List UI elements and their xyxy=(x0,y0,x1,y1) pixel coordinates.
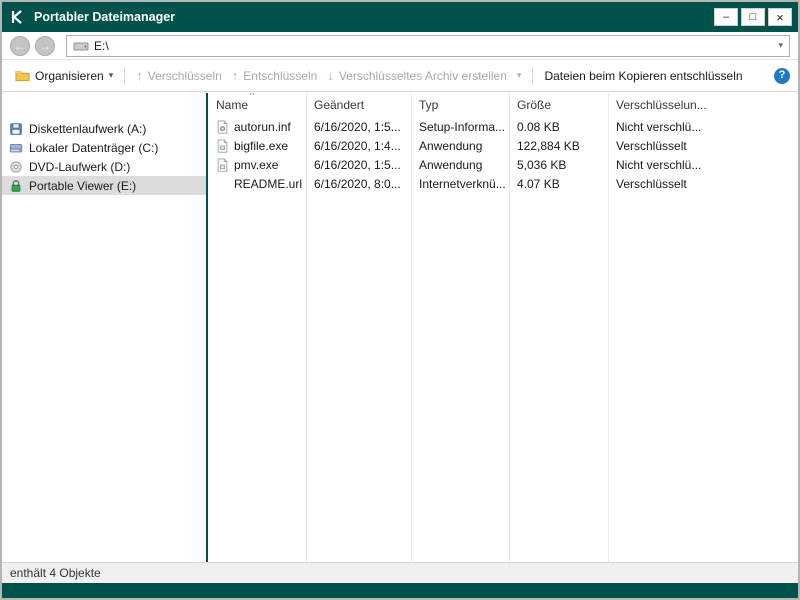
sidebar-item-drive-c[interactable]: Lokaler Datenträger (C:) xyxy=(2,138,206,157)
file-encryption: Verschlüsselt xyxy=(608,177,798,191)
toolbar: Organisieren ▾ ↑ Verschlüsseln ↑ Entschl… xyxy=(2,60,798,92)
hard-drive-icon xyxy=(8,140,23,155)
sort-ascending-icon: ^ xyxy=(250,93,254,100)
file-modified: 6/16/2020, 1:4... xyxy=(306,139,411,153)
content-area: Diskettenlaufwerk (A:) Lokaler Datenträg… xyxy=(2,93,798,562)
file-size: 0.08 KB xyxy=(509,120,608,134)
decrypt-on-copy-toggle[interactable]: Dateien beim Kopieren entschlüsseln xyxy=(539,64,747,88)
navigation-bar: ← → ▾ xyxy=(2,32,798,60)
file-row[interactable]: README.url 6/16/2020, 8:0... Internetver… xyxy=(208,174,798,193)
file-name: README.url xyxy=(234,177,302,191)
app-window: Portabler Dateimanager – □ × ← → ▾ Organ… xyxy=(0,0,800,600)
setup-information-file-icon xyxy=(216,120,230,134)
decrypt-on-copy-label: Dateien beim Kopieren entschlüsseln xyxy=(544,69,742,83)
organize-caret-icon: ▾ xyxy=(109,70,114,81)
file-name: pmv.exe xyxy=(234,158,278,172)
window-controls: – □ × xyxy=(714,8,792,26)
address-input[interactable] xyxy=(94,39,778,53)
sidebar-item-label: Lokaler Datenträger (C:) xyxy=(29,141,158,155)
file-name: autorun.inf xyxy=(234,120,291,134)
drive-sidebar: Diskettenlaufwerk (A:) Lokaler Datenträg… xyxy=(2,93,206,562)
file-encryption: Nicht verschlü... xyxy=(608,158,798,172)
column-header-name[interactable]: Name xyxy=(208,93,306,117)
drive-icon xyxy=(73,40,89,52)
close-button[interactable]: × xyxy=(768,8,792,26)
sidebar-item-label: Portable Viewer (E:) xyxy=(29,179,136,193)
encrypt-button[interactable]: ↑ Verschlüsseln xyxy=(131,64,227,88)
file-modified: 6/16/2020, 8:0... xyxy=(306,177,411,191)
status-text: enthält 4 Objekte xyxy=(10,566,101,580)
file-size: 122,884 KB xyxy=(509,139,608,153)
floppy-disk-icon xyxy=(8,121,23,136)
organize-button[interactable]: Organisieren ▾ xyxy=(10,64,118,88)
decrypt-arrow-icon: ↑ xyxy=(232,69,239,82)
file-type: Anwendung xyxy=(411,139,509,153)
file-row[interactable]: autorun.inf 6/16/2020, 1:5... Setup-Info… xyxy=(208,117,798,136)
file-size: 5,036 KB xyxy=(509,158,608,172)
column-header-modified[interactable]: Geändert xyxy=(306,93,411,117)
sidebar-item-drive-e[interactable]: Portable Viewer (E:) xyxy=(2,176,206,195)
forward-button[interactable]: → xyxy=(35,36,55,56)
column-header-encryption[interactable]: Verschlüsselun... xyxy=(608,93,798,117)
maximize-button[interactable]: □ xyxy=(741,8,765,26)
create-encrypted-archive-button[interactable]: ↓ Verschlüsseltes Archiv erstellen xyxy=(322,64,512,88)
file-name: bigfile.exe xyxy=(234,139,288,153)
file-encryption: Verschlüsselt xyxy=(608,139,798,153)
folder-icon xyxy=(15,69,30,82)
application-file-icon xyxy=(216,158,230,172)
file-row[interactable]: bigfile.exe 6/16/2020, 1:4... Anwendung … xyxy=(208,136,798,155)
address-bar[interactable]: ▾ xyxy=(66,35,790,57)
back-button[interactable]: ← xyxy=(10,36,30,56)
minimize-button[interactable]: – xyxy=(714,8,738,26)
green-lock-icon xyxy=(8,178,23,193)
decrypt-label: Entschlüsseln xyxy=(243,69,317,83)
toolbar-separator xyxy=(532,67,533,85)
address-dropdown-caret-icon[interactable]: ▾ xyxy=(778,40,783,51)
file-modified: 6/16/2020, 1:5... xyxy=(306,120,411,134)
decrypt-button[interactable]: ↑ Entschlüsseln xyxy=(227,64,323,88)
file-row[interactable]: pmv.exe 6/16/2020, 1:5... Anwendung 5,03… xyxy=(208,155,798,174)
column-divider[interactable] xyxy=(411,93,412,562)
sidebar-item-drive-a[interactable]: Diskettenlaufwerk (A:) xyxy=(2,119,206,138)
encrypt-arrow-icon: ↑ xyxy=(136,69,143,82)
file-type: Anwendung xyxy=(411,158,509,172)
column-header-type[interactable]: Typ xyxy=(411,93,509,117)
column-divider[interactable] xyxy=(509,93,510,562)
encrypt-label: Verschlüsseln xyxy=(148,69,222,83)
application-file-icon xyxy=(216,139,230,153)
kaspersky-logo-icon xyxy=(8,8,26,26)
file-list: ^ Name Geändert Typ Größe Verschlüsselun… xyxy=(208,93,798,562)
status-bar: enthält 4 Objekte xyxy=(2,562,798,583)
create-archive-label: Verschlüsseltes Archiv erstellen xyxy=(339,69,507,83)
file-encryption: Nicht verschlü... xyxy=(608,120,798,134)
brand-bar xyxy=(2,583,798,598)
file-type: Internetverknü... xyxy=(411,177,509,191)
column-divider[interactable] xyxy=(608,93,609,562)
toolbar-separator xyxy=(124,67,125,85)
help-button[interactable]: ? xyxy=(774,68,790,84)
internet-shortcut-file-icon xyxy=(216,177,230,191)
column-divider[interactable] xyxy=(306,93,307,562)
column-header-size[interactable]: Größe xyxy=(509,93,608,117)
column-headers: ^ Name Geändert Typ Größe Verschlüsselun… xyxy=(208,93,798,117)
file-type: Setup-Informa... xyxy=(411,120,509,134)
archive-arrow-icon: ↓ xyxy=(327,69,334,82)
file-modified: 6/16/2020, 1:5... xyxy=(306,158,411,172)
dvd-disc-icon xyxy=(8,159,23,174)
window-titlebar[interactable]: Portabler Dateimanager – □ × xyxy=(2,2,798,32)
file-size: 4.07 KB xyxy=(509,177,608,191)
sidebar-item-label: Diskettenlaufwerk (A:) xyxy=(29,122,146,136)
archive-options-caret[interactable]: ▾ xyxy=(512,64,527,88)
organize-label: Organisieren xyxy=(35,69,104,83)
archive-caret-icon: ▾ xyxy=(517,70,522,81)
window-title: Portabler Dateimanager xyxy=(34,10,714,24)
sidebar-item-label: DVD-Laufwerk (D:) xyxy=(29,160,130,174)
sidebar-item-drive-d[interactable]: DVD-Laufwerk (D:) xyxy=(2,157,206,176)
